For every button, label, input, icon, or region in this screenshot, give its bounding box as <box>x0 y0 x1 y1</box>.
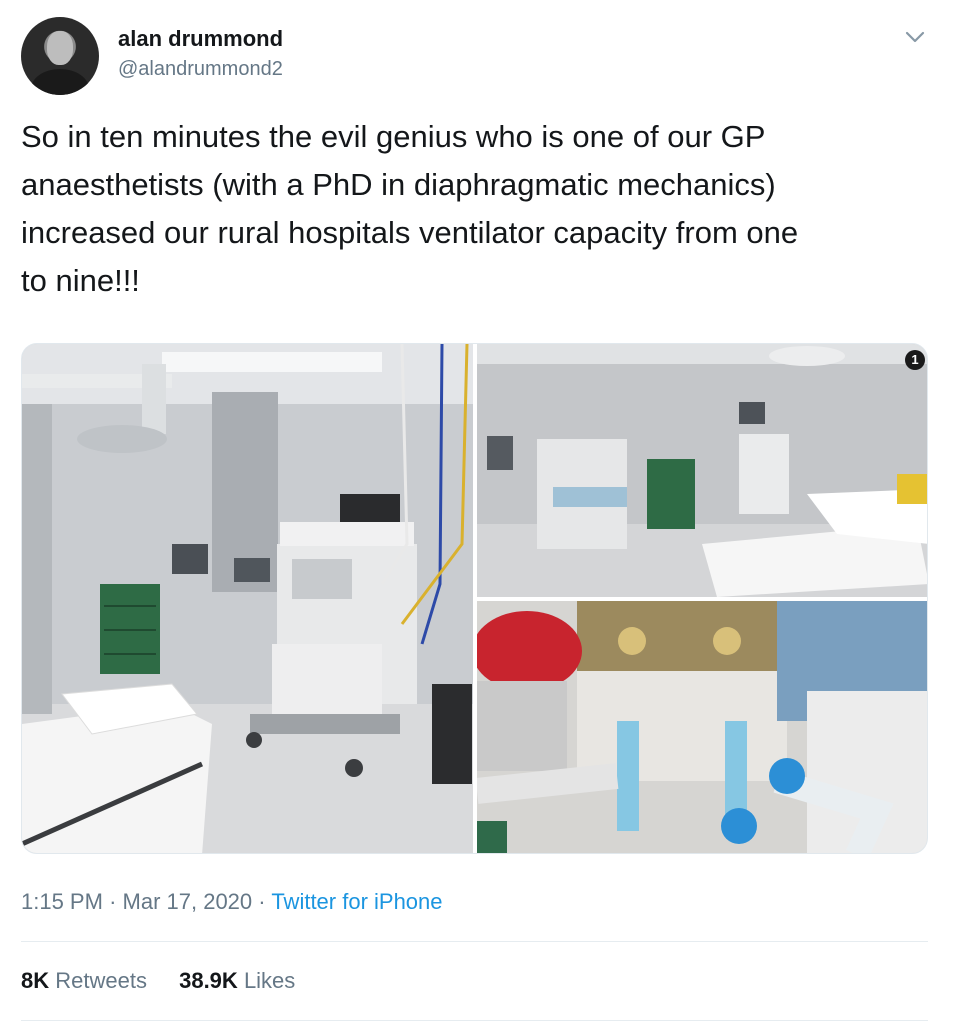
photo-operating-room[interactable] <box>22 344 473 853</box>
meta-separator: · <box>258 889 266 914</box>
tweet-text-line: So in ten minutes the evil genius who is… <box>21 119 766 154</box>
avatar[interactable] <box>21 17 99 95</box>
tweet-text-line: increased our rural hospitals ventilator… <box>21 215 799 250</box>
retweets-label: Retweets <box>55 968 147 993</box>
photo-room-beds[interactable]: 1 <box>477 344 927 597</box>
tweet-text-line: to nine!!! <box>21 263 140 298</box>
tweet-time[interactable]: 1:15 PM <box>21 889 103 914</box>
media-grid: 1 <box>21 343 928 854</box>
author-display-name[interactable]: alan drummond <box>118 26 283 52</box>
chevron-down-icon[interactable] <box>903 28 927 46</box>
retweets-stat[interactable]: 8K Retweets <box>21 968 147 993</box>
likes-label: Likes <box>243 968 296 993</box>
retweets-count: 8K <box>21 968 50 993</box>
tweet-source-link[interactable]: Twitter for iPhone <box>271 889 442 914</box>
tweet: alan drummond @alandrummond2 So in ten m… <box>0 0 955 1024</box>
tweet-stats: 8K Retweets 38.9K Likes <box>21 968 295 994</box>
photo-ventilator-splitter[interactable] <box>477 601 927 853</box>
media-count-badge: 1 <box>905 350 925 370</box>
meta-separator: · <box>109 889 117 914</box>
divider <box>21 1020 928 1021</box>
tweet-meta: 1:15 PM · Mar 17, 2020 · Twitter for iPh… <box>21 889 443 915</box>
divider <box>21 941 928 942</box>
tweet-text-line: anaesthetists (with a PhD in diaphragmat… <box>21 167 776 202</box>
likes-count: 38.9K <box>179 968 238 993</box>
tweet-text: So in ten minutes the evil genius who is… <box>21 113 921 305</box>
tweet-date[interactable]: Mar 17, 2020 <box>123 889 253 914</box>
likes-stat[interactable]: 38.9K Likes <box>179 968 295 993</box>
author-handle[interactable]: @alandrummond2 <box>118 58 283 81</box>
